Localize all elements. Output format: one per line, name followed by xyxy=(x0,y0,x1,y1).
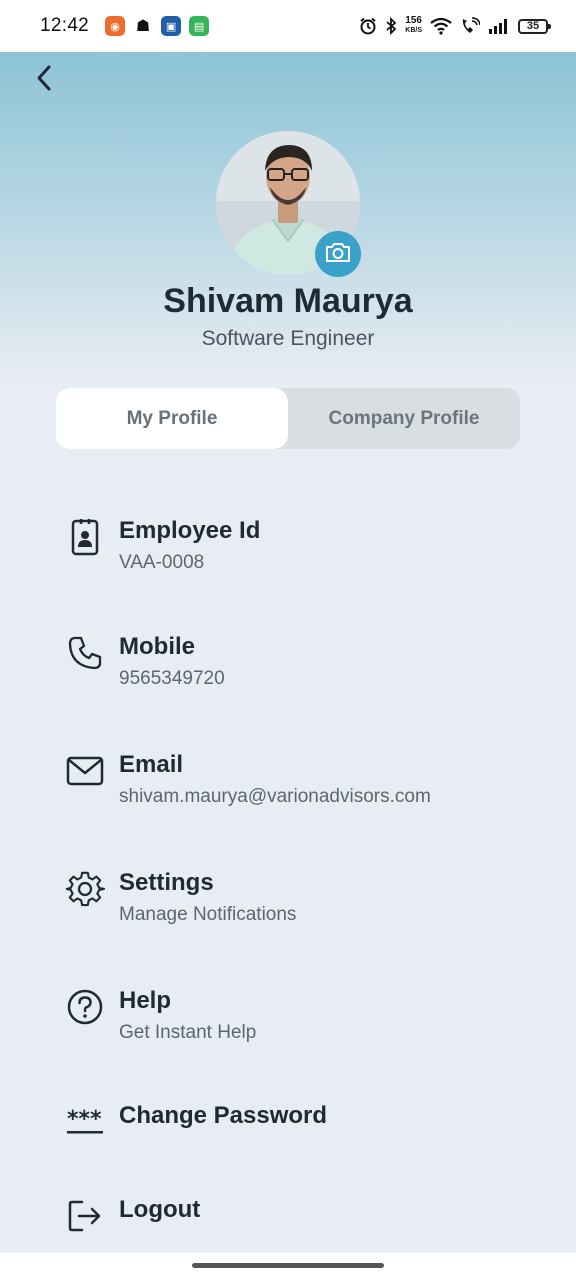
home-indicator[interactable] xyxy=(192,1263,384,1268)
employee-id-item: Employee Id VAA-0008 xyxy=(64,516,544,574)
wifi-call-icon xyxy=(460,17,480,35)
logout-item[interactable]: Logout xyxy=(64,1195,544,1237)
profile-tabs: My Profile Company Profile xyxy=(56,388,520,449)
employee-id-value: VAA-0008 xyxy=(119,552,205,573)
change-photo-button[interactable] xyxy=(315,231,361,277)
change-password-label: Change Password xyxy=(119,1102,328,1129)
wifi-icon xyxy=(430,17,452,35)
chevron-left-icon xyxy=(33,63,55,98)
email-label: Email xyxy=(119,751,184,778)
profile-name: Shivam Maurya xyxy=(163,282,413,320)
signal-icon xyxy=(488,18,510,34)
mail-icon xyxy=(64,750,106,792)
network-speed: 156 KB/S xyxy=(405,16,422,36)
help-item[interactable]: Help Get Instant Help xyxy=(64,986,544,1044)
mobile-value: 9565349720 xyxy=(119,668,225,689)
network-speed-unit: KB/S xyxy=(405,27,422,34)
app-notification-icon: ▤ xyxy=(189,16,210,36)
logout-icon xyxy=(64,1195,106,1237)
profile-role: Software Engineer xyxy=(201,327,375,350)
email-value: shivam.maurya@varionadvisors.com xyxy=(119,786,431,807)
id-badge-icon xyxy=(64,516,106,558)
settings-item[interactable]: Settings Manage Notifications xyxy=(64,868,544,926)
tab-company-profile[interactable]: Company Profile xyxy=(288,388,520,449)
alarm-icon xyxy=(359,17,377,35)
mobile-item: Mobile 9565349720 xyxy=(64,632,544,690)
logout-label: Logout xyxy=(119,1196,201,1223)
employee-id-label: Employee Id xyxy=(119,517,261,544)
help-label: Help xyxy=(119,987,172,1014)
gear-icon xyxy=(64,868,106,910)
back-button[interactable] xyxy=(24,60,64,100)
network-speed-value: 156 xyxy=(405,15,422,26)
phone-icon xyxy=(64,632,106,674)
settings-subtitle: Manage Notifications xyxy=(119,904,297,925)
change-password-item[interactable]: *** Change Password xyxy=(64,1101,544,1143)
snapchat-icon: ☗ xyxy=(133,16,154,36)
svg-text:***: *** xyxy=(67,1107,102,1132)
app-notification-icon: ◉ xyxy=(105,16,126,36)
status-time: 12:42 xyxy=(40,15,90,36)
bluetooth-icon xyxy=(385,17,397,35)
app-notification-icon: ▣ xyxy=(161,16,182,36)
notification-icons: ◉ ☗ ▣ ▤ xyxy=(105,16,210,36)
mobile-label: Mobile xyxy=(119,633,195,660)
settings-label: Settings xyxy=(119,869,214,896)
password-icon: *** xyxy=(64,1101,106,1143)
camera-icon xyxy=(325,241,351,268)
tab-my-profile[interactable]: My Profile xyxy=(56,388,288,449)
help-icon xyxy=(64,986,106,1028)
status-bar: 12:42 ◉ ☗ ▣ ▤ 156 KB/S 35 xyxy=(0,0,576,52)
battery-indicator: 35 xyxy=(518,18,551,34)
help-subtitle: Get Instant Help xyxy=(119,1022,257,1043)
email-item: Email shivam.maurya@varionadvisors.com xyxy=(64,750,544,808)
